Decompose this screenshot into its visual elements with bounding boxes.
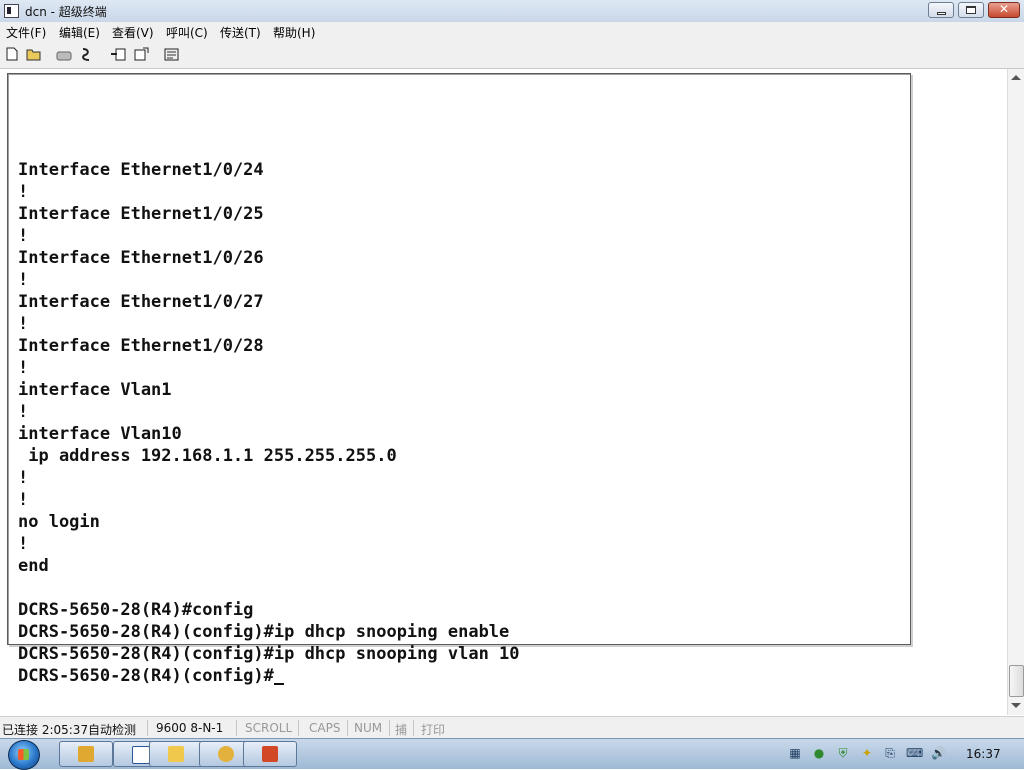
explorer-icon <box>78 746 94 762</box>
menu-help[interactable]: 帮助(H) <box>273 24 315 41</box>
terminal-line: Interface Ethernet1/0/24 <box>18 160 264 180</box>
open-folder-icon[interactable] <box>26 47 41 61</box>
send-icon[interactable] <box>110 47 126 61</box>
title-bar[interactable]: dcn - 超级终端 <box>0 0 1024 23</box>
tray-security-icon[interactable]: ✦ <box>860 746 874 760</box>
terminal-line: Interface Ethernet1/0/25 <box>18 204 264 224</box>
terminal-line: ! <box>18 270 29 290</box>
taskbar-app-powerpoint[interactable] <box>243 741 297 767</box>
terminal-line: ! <box>18 182 29 202</box>
tray-network-icon[interactable]: ● <box>812 746 826 760</box>
terminal-line: DCRS-5650-28(R4)(config)# <box>18 666 274 686</box>
text-cursor <box>274 683 285 685</box>
scroll-thumb[interactable] <box>1009 665 1024 697</box>
terminal-line: ! <box>18 468 29 488</box>
window-title: dcn - 超级终端 <box>25 5 107 19</box>
status-divider <box>389 720 390 736</box>
taskbar-app-folder[interactable] <box>149 741 203 767</box>
terminal-line: ip address 192.168.1.1 255.255.255.0 <box>18 446 397 466</box>
folder-icon <box>168 746 184 762</box>
tray-clock[interactable]: 16:37 <box>966 747 1001 761</box>
terminal-line: ! <box>18 226 29 246</box>
status-capture: 捕 <box>395 723 408 737</box>
minimize-button[interactable] <box>928 2 954 18</box>
scroll-up-icon[interactable] <box>1011 75 1021 80</box>
new-file-icon[interactable] <box>5 47 19 61</box>
terminal-line: DCRS-5650-28(R4)(config)#ip dhcp snoopin… <box>18 622 510 642</box>
toolbar <box>0 42 1024 69</box>
menu-call[interactable]: 呼叫(C) <box>166 24 208 41</box>
terminal-line: end <box>18 556 49 576</box>
status-num: NUM <box>354 721 383 735</box>
tray-volume-icon[interactable]: 🔊 <box>931 746 946 760</box>
terminal-line: ! <box>18 402 29 422</box>
vertical-scrollbar[interactable] <box>1007 69 1024 715</box>
package-icon <box>218 746 234 762</box>
terminal-line: DCRS-5650-28(R4)#config <box>18 600 254 620</box>
tray-clipboard-icon[interactable]: ⎘ <box>883 746 897 760</box>
terminal-line: ! <box>18 490 29 510</box>
word-icon <box>132 746 150 764</box>
menu-transfer[interactable]: 传送(T) <box>220 24 261 41</box>
menu-view[interactable]: 查看(V) <box>112 24 154 41</box>
maximize-button[interactable] <box>958 2 984 18</box>
disconnect-icon[interactable] <box>80 47 94 61</box>
status-divider <box>236 720 237 736</box>
status-print: 打印 <box>421 723 446 737</box>
scroll-down-icon[interactable] <box>1011 703 1021 708</box>
receive-icon[interactable] <box>134 47 149 61</box>
status-caps: CAPS <box>309 721 341 735</box>
status-auto-detect: 自动检测 <box>88 723 137 737</box>
hyperterminal-app-icon[interactable] <box>4 4 19 18</box>
call-icon[interactable] <box>56 47 72 61</box>
status-scroll: SCROLL <box>245 721 293 735</box>
status-port-settings: 9600 8-N-1 <box>156 721 224 735</box>
terminal-console[interactable] <box>7 73 911 645</box>
close-button[interactable] <box>988 2 1020 18</box>
menu-file[interactable]: 文件(F) <box>6 24 46 41</box>
terminal-line: DCRS-5650-28(R4)(config)#ip dhcp snoopin… <box>18 644 520 664</box>
powerpoint-icon <box>262 746 278 762</box>
start-button[interactable] <box>8 740 40 770</box>
status-divider <box>147 720 148 736</box>
tray-film-icon[interactable]: ▦ <box>788 746 802 760</box>
status-connected-time: 已连接 2:05:37 <box>2 723 89 737</box>
terminal-line: ! <box>18 314 29 334</box>
terminal-line: ! <box>18 358 29 378</box>
terminal-line: interface Vlan10 <box>18 424 182 444</box>
terminal-line: no login <box>18 512 100 532</box>
properties-icon[interactable] <box>164 47 179 61</box>
terminal-line: Interface Ethernet1/0/28 <box>18 336 264 356</box>
terminal-line: ! <box>18 534 29 554</box>
status-divider <box>413 720 414 736</box>
terminal-line: Interface Ethernet1/0/26 <box>18 248 264 268</box>
status-bar: 已连接 2:05:37 自动检测 9600 8-N-1 SCROLL CAPS … <box>0 716 1024 739</box>
tray-shield-icon[interactable]: ⛨ <box>836 746 850 760</box>
menu-edit[interactable]: 编辑(E) <box>59 24 100 41</box>
tray-device-icon[interactable]: ⌨ <box>906 746 923 760</box>
terminal-line: interface Vlan1 <box>18 380 172 400</box>
status-divider <box>347 720 348 736</box>
status-divider <box>298 720 299 736</box>
taskbar: ▦ ● ⛨ ✦ ⎘ ⌨ 🔊 16:37 <box>0 738 1024 770</box>
taskbar-app-explorer[interactable] <box>59 741 113 767</box>
menu-bar: 文件(F) 编辑(E) 查看(V) 呼叫(C) 传送(T) 帮助(H) <box>0 22 1024 42</box>
terminal-line: Interface Ethernet1/0/27 <box>18 292 264 312</box>
